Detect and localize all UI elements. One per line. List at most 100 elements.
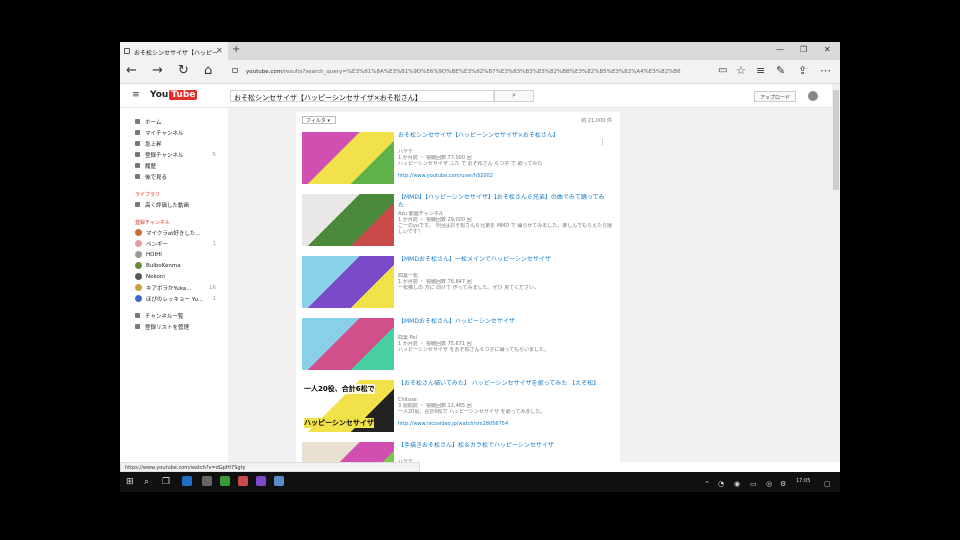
tab-title: おそ松シンセサイザ【ハッピー xyxy=(134,50,219,57)
upload-button[interactable]: アップロード xyxy=(754,91,796,102)
app-icon[interactable] xyxy=(256,476,266,486)
video-thumbnail[interactable] xyxy=(302,318,394,370)
reading-view-icon[interactable]: ▭ xyxy=(718,64,727,78)
video-thumbnail[interactable] xyxy=(302,194,394,246)
guide-menu-icon[interactable]: ≡ xyxy=(132,88,140,102)
chrome-icon[interactable] xyxy=(238,476,248,486)
page-scrollbar[interactable] xyxy=(832,84,840,462)
guide-subscription-item[interactable]: Nekoni xyxy=(120,271,228,282)
video-thumbnail[interactable] xyxy=(302,132,394,184)
search-input[interactable]: おそ松シンセサイザ【ハッピーシンセサイザ×おそ松さん】 xyxy=(230,90,494,102)
guide-subscription-item[interactable]: ペンギー 1 xyxy=(120,238,228,249)
video-result[interactable]: 【MMD】【ハッピーシンセサイザ】【おそ松さん６兄弟】の曲でみて踊ってみた Azu… xyxy=(302,194,612,250)
guide-item-home[interactable]: ホーム xyxy=(120,116,228,127)
guide-item-watch-later[interactable]: 後で見る xyxy=(120,171,228,182)
browser-nav-bar: ← → ↻ ⌂ youtube.com/results?search_query… xyxy=(120,60,840,84)
tray-chevron-icon[interactable]: ⌃ xyxy=(704,478,710,490)
start-windows-icon[interactable]: ⊞ xyxy=(126,476,134,488)
guide-subscription-item[interactable]: キアボラかYuka... 16 xyxy=(120,282,228,293)
guide-subscription-item[interactable]: ほぴのレッキョー Yu... 1 xyxy=(120,293,228,304)
video-result[interactable]: 【MMDおそ松さん】一松メインでハッピーシンセサイザ 四葉一松 1 か月前 ・ 視聴… xyxy=(302,256,612,312)
app-icon[interactable] xyxy=(202,476,212,486)
guide-subscription-item[interactable]: BulboKenma xyxy=(120,260,228,271)
video-title[interactable]: 【おそ松さん描いてみた】 ハッピーシンセサイザを歌ってみた 【えそ松】 xyxy=(398,380,608,388)
guide-item-trending[interactable]: 急上昇 xyxy=(120,138,228,149)
video-title[interactable]: おそ松シンセサイザ【ハッピーシンセサイザ×おそ松さん】 xyxy=(398,132,608,140)
guide-item-browse-channels[interactable]: チャンネル一覧 xyxy=(120,310,228,321)
minimize-icon[interactable]: — xyxy=(776,45,784,54)
guide-item-count: 16 xyxy=(209,284,216,291)
youtube-header: ≡ You Tube おそ松シンセサイザ【ハッピーシンセサイザ×おそ松さん】 ⌕ … xyxy=(120,84,832,108)
youtube-logo[interactable]: You Tube xyxy=(150,90,198,100)
search-icon[interactable]: ⌕ xyxy=(144,476,149,488)
guide-item-liked[interactable]: 高く評価した動画 xyxy=(120,199,228,210)
video-thumbnail[interactable] xyxy=(302,256,394,308)
video-channel[interactable]: ハヤテ xyxy=(398,459,612,462)
video-result[interactable]: 【MMDおそ松さん】ハッピーシンセサイザ 四葉 Pel 1 か月前 ・ 視聴回数 7… xyxy=(302,318,612,374)
video-thumbnail[interactable]: 一人20役、合計6松で ハッピーシンセサイザ xyxy=(302,380,394,432)
guide-item-label: HOIHI xyxy=(146,251,162,258)
search-results: フィルタ ▾ 約 21,000 件 おそ松シンセサイザ【ハッピーシンセサイザ×お… xyxy=(296,112,620,462)
refresh-icon[interactable]: ↻ xyxy=(178,64,189,78)
browser-tab[interactable]: おそ松シンセサイザ【ハッピー xyxy=(120,42,228,60)
channel-avatar xyxy=(135,251,142,258)
video-description: 一松推しの 方に 向けて 作ってみました。ぜひ 見てください。 xyxy=(398,285,539,291)
tray-network-icon[interactable]: ◔ xyxy=(718,478,724,490)
video-title[interactable]: 【MMDおそ松さん】ハッピーシンセサイザ xyxy=(398,318,608,326)
gear-icon xyxy=(135,324,140,329)
video-result[interactable]: 一人20役、合計6松で ハッピーシンセサイザ 【おそ松さん描いてみた】 ハッピーシン… xyxy=(302,380,612,436)
video-result[interactable]: 【手描きおそ松さん】松＆カラ松でハッピーシンセサイザハヤテ1 か月前 ・ 視聴回… xyxy=(302,442,612,462)
task-view-icon[interactable]: ❐ xyxy=(162,476,170,488)
guide-heading-subscriptions: 登録チャンネル xyxy=(135,220,170,226)
more-actions-icon[interactable]: ⋮ xyxy=(599,138,606,146)
back-icon[interactable]: ← xyxy=(126,64,137,78)
video-title[interactable]: 【MMDおそ松さん】一松メインでハッピーシンセサイザ xyxy=(398,256,608,264)
tray-input-icon[interactable]: ◎ xyxy=(766,478,772,490)
search-button[interactable]: ⌕ xyxy=(494,90,534,102)
share-icon[interactable]: ⇪ xyxy=(798,64,807,78)
scrollbar-thumb[interactable] xyxy=(833,90,839,190)
more-icon[interactable]: ⋯ xyxy=(820,64,831,78)
guide-item-my-channel[interactable]: マイチャンネル xyxy=(120,127,228,138)
tray-volume-icon[interactable]: ◉ xyxy=(734,478,740,490)
web-note-icon[interactable]: ✎ xyxy=(776,64,785,78)
window-close-icon[interactable]: ✕ xyxy=(824,45,831,54)
app-icon[interactable] xyxy=(274,476,284,486)
maximize-icon[interactable]: ❐ xyxy=(800,45,807,54)
guide-subscription-item[interactable]: マイクラat好きした... xyxy=(120,227,228,238)
status-url: https://www.youtube.com/watch?v=dGpHl7Sg… xyxy=(120,462,420,472)
guide-item-subscriptions[interactable]: 登録チャンネル 5 xyxy=(120,149,228,160)
video-title[interactable]: 【手描きおそ松さん】松＆カラ松でハッピーシンセサイザ xyxy=(398,442,608,450)
thumbnail-caption: ハッピーシンセサイザ xyxy=(304,418,374,428)
tray-battery-icon[interactable]: ▭ xyxy=(750,478,757,490)
action-center-icon[interactable]: ▢ xyxy=(824,478,831,490)
taskbar: ⊞ ⌕ ❐ ⌃ ◔ ◉ ▭ ◎ ⚙ 17:05 ▢ xyxy=(120,472,840,492)
forward-icon[interactable]: → xyxy=(152,64,163,78)
edge-browser-icon[interactable] xyxy=(182,476,192,486)
guide-item-count: 1 xyxy=(212,240,217,247)
guide-subscription-item[interactable]: HOIHI xyxy=(120,249,228,260)
guide-sidebar: ホーム マイチャンネル 急上昇 登録チャンネル 5 履歴 後で見る ライブラリ 高… xyxy=(120,108,228,462)
guide-item-manage-subscriptions[interactable]: 登録リストを管理 xyxy=(120,321,228,332)
new-tab-icon[interactable]: + xyxy=(232,44,240,55)
video-result[interactable]: おそ松シンセサイザ【ハッピーシンセサイザ×おそ松さん】 ハヤテ 1 か月前 ・ 視聴… xyxy=(302,132,612,188)
filter-button[interactable]: フィルタ ▾ xyxy=(302,116,336,124)
address-bar[interactable]: youtube.com/results?search_query=%E3%81%… xyxy=(232,65,708,79)
guide-item-label: キアボラかYuka... xyxy=(146,285,192,292)
guide-item-label: BulboKenma xyxy=(146,262,181,269)
home-icon[interactable]: ⌂ xyxy=(204,64,212,78)
favorite-star-icon[interactable]: ☆ xyxy=(736,64,746,78)
tab-close-icon[interactable]: ✕ xyxy=(216,46,223,55)
account-avatar[interactable] xyxy=(808,91,818,101)
description-link[interactable]: http://www.nicovideo.jp/watch/sm28056754 xyxy=(398,421,612,427)
address-path: /results?search_query=%E3%81%8A%E3%81%9D… xyxy=(282,69,681,75)
guide-item-label: 登録リストを管理 xyxy=(145,324,190,331)
app-icon[interactable] xyxy=(220,476,230,486)
video-title[interactable]: 【MMD】【ハッピーシンセサイザ】【おそ松さん６兄弟】の曲でみて踊ってみた xyxy=(398,194,608,210)
guide-item-history[interactable]: 履歴 xyxy=(120,160,228,171)
hub-icon[interactable]: ≡ xyxy=(756,64,765,78)
description-link[interactable]: http://www.youtube.com/user/h32002 xyxy=(398,173,612,179)
thumbnail-caption: 一人20役、合計6松で xyxy=(304,384,375,394)
tray-settings-icon[interactable]: ⚙ xyxy=(780,478,786,490)
video-thumbnail[interactable] xyxy=(302,442,394,462)
